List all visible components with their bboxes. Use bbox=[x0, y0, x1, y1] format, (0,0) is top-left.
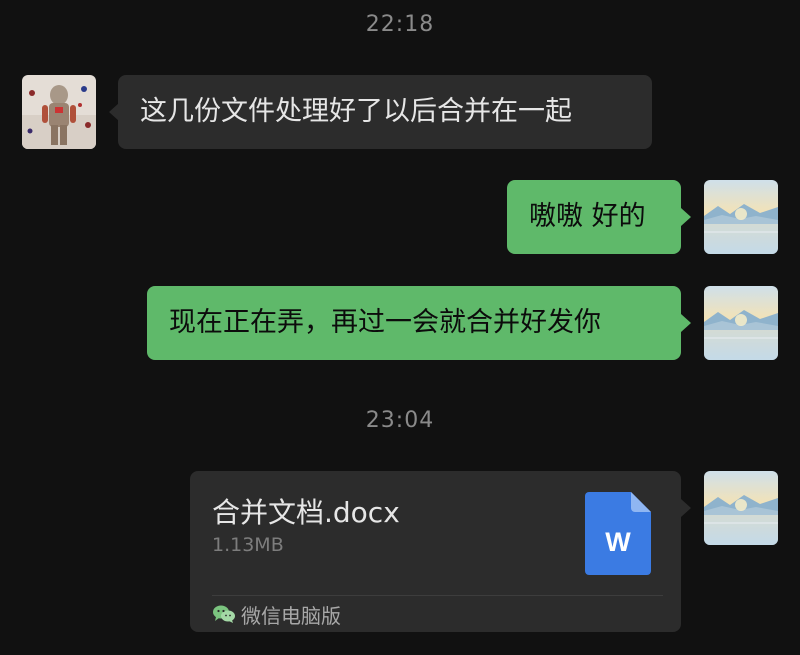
my-avatar[interactable] bbox=[704, 471, 778, 545]
message-text: 嗷嗷 好的 bbox=[529, 201, 646, 232]
file-message-card[interactable]: 合并文档.docx 1.13MB W 微信电脑版 bbox=[190, 471, 681, 632]
file-source-label: 微信电脑版 bbox=[241, 603, 341, 628]
bubble-tail bbox=[681, 314, 691, 332]
file-size: 1.13MB bbox=[212, 534, 284, 556]
word-document-icon: W bbox=[585, 492, 651, 575]
outgoing-message-bubble[interactable]: 现在正在弄，再过一会就合并好发你 bbox=[147, 286, 681, 360]
my-avatar[interactable] bbox=[704, 286, 778, 360]
chat-window: 22:18 这几份文件处理好了以后合并在一起 嗷嗷 好的 现在正在弄，再过一会就… bbox=[0, 0, 800, 655]
wechat-icon bbox=[212, 604, 236, 624]
incoming-message-bubble[interactable]: 这几份文件处理好了以后合并在一起 bbox=[118, 75, 652, 149]
contact-avatar[interactable] bbox=[22, 75, 96, 149]
divider bbox=[212, 595, 663, 596]
my-avatar[interactable] bbox=[704, 180, 778, 254]
outgoing-message-bubble[interactable]: 嗷嗷 好的 bbox=[507, 180, 681, 254]
bubble-tail bbox=[681, 499, 691, 517]
message-text: 现在正在弄，再过一会就合并好发你 bbox=[169, 307, 601, 338]
file-source: 微信电脑版 bbox=[212, 601, 341, 628]
timestamp: 22:18 bbox=[365, 12, 435, 37]
bubble-tail bbox=[681, 208, 691, 226]
timestamp: 23:04 bbox=[365, 408, 435, 433]
file-name: 合并文档.docx bbox=[212, 496, 400, 529]
message-text: 这几份文件处理好了以后合并在一起 bbox=[140, 96, 572, 127]
word-icon-letter: W bbox=[605, 527, 631, 557]
